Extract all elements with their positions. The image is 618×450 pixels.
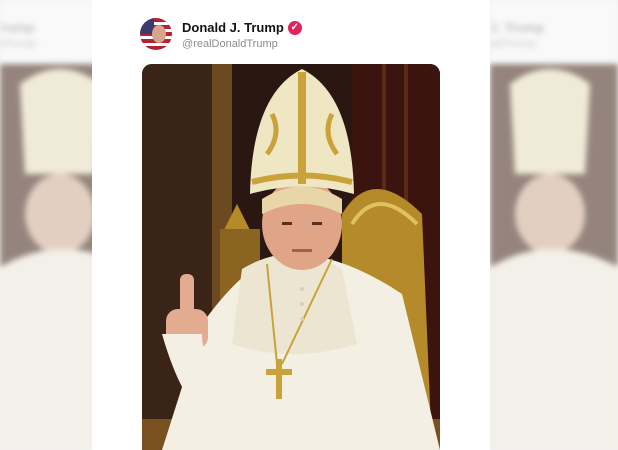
ghost-image — [490, 64, 618, 450]
post-image[interactable] — [142, 64, 440, 450]
user-handle[interactable]: @realDonaldTrump — [182, 38, 278, 50]
display-name-text: Donald J. Trump — [182, 20, 284, 35]
right-blurred-preview: J. Trump aldTrump — [490, 0, 618, 450]
display-name[interactable]: Donald J. Trump ✓ — [182, 20, 302, 35]
profile-avatar[interactable] — [140, 18, 172, 50]
ghost-name: J. Trump — [490, 20, 545, 35]
flag-avatar-icon — [140, 18, 172, 50]
post-card: Donald J. Trump ✓ @realDonaldTrump — [92, 0, 490, 450]
pope-portrait-image — [142, 64, 440, 450]
verified-badge-icon: ✓ — [287, 20, 302, 35]
ghost-handle: aldTrump — [490, 38, 537, 50]
ghost-handle: aldTrump — [0, 38, 37, 50]
ghost-name: J. Trump — [0, 20, 35, 35]
